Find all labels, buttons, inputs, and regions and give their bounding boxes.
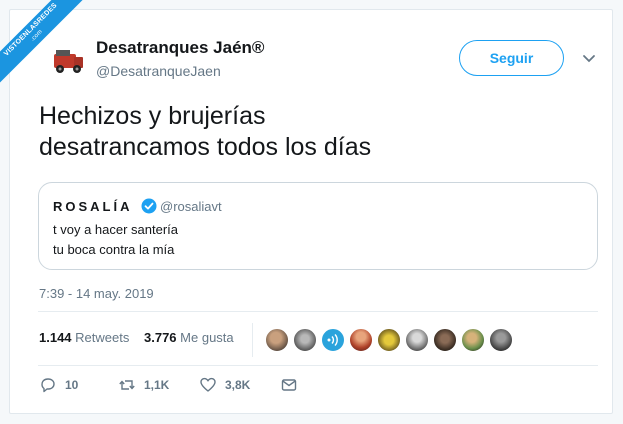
quoted-text-line: t voy a hacer santería (53, 222, 179, 237)
dm-button[interactable] (280, 376, 298, 394)
verified-icon (141, 198, 157, 214)
retweet-button[interactable]: 1,1K (118, 376, 169, 394)
quoted-text-line: tu boca contra la mía (53, 242, 175, 257)
tweet-text: Hechizos y brujerías desatrancamos todos… (39, 101, 599, 163)
retweets-stat[interactable]: 1.144 Retweets (39, 330, 129, 345)
liker-avatar[interactable] (433, 328, 457, 352)
liker-avatar[interactable] (265, 328, 289, 352)
retweet-icon (119, 380, 135, 390)
divider (38, 311, 598, 312)
follow-button[interactable]: Seguir (459, 40, 564, 76)
like-count: 3,8K (225, 378, 251, 392)
liker-avatar[interactable] (405, 328, 429, 352)
liker-avatar[interactable] (349, 328, 373, 352)
quoted-author-name: ROSALÍA (53, 199, 133, 214)
stats-separator (252, 323, 253, 357)
tweet-text-line: Hechizos y brujerías (39, 102, 266, 130)
tweet-timestamp[interactable]: 7:39 - 14 may. 2019 (39, 286, 154, 301)
retweets-label: Retweets (75, 330, 130, 345)
reply-icon (41, 378, 55, 393)
author-handle[interactable]: @DesatranqueJaen (96, 63, 221, 79)
dm-icon (281, 379, 297, 391)
reply-count: 10 (65, 378, 79, 392)
retweet-count: 1,1K (144, 378, 170, 392)
likes-count: 3.776 (144, 330, 177, 345)
like-icon (200, 377, 216, 392)
retweets-count: 1.144 (39, 330, 72, 345)
author-display-name[interactable]: Desatranques Jaén® (96, 38, 264, 58)
liker-avatar[interactable] (293, 328, 317, 352)
divider (38, 365, 598, 366)
liker-avatar[interactable] (489, 328, 513, 352)
quoted-tweet[interactable]: ROSALÍA @rosaliavt t voy a hacer santerí… (38, 182, 598, 270)
likes-stat[interactable]: 3.776 Me gusta (144, 330, 234, 345)
liker-avatar[interactable] (461, 328, 485, 352)
sound-waves-icon (327, 334, 338, 346)
tweet-actions: 10 1,1K 3,8K (10, 376, 612, 396)
likers-avatars (265, 328, 513, 352)
author-avatar[interactable] (48, 40, 88, 80)
likes-label: Me gusta (180, 330, 234, 345)
liker-avatar[interactable] (321, 328, 345, 352)
chevron-down-icon[interactable] (582, 54, 596, 64)
tweet-card: Desatranques Jaén® @DesatranqueJaen Segu… (9, 9, 613, 414)
like-button[interactable]: 3,8K (199, 376, 250, 394)
reply-button[interactable]: 10 (39, 376, 78, 394)
quoted-author-handle: @rosaliavt (160, 199, 222, 214)
tweet-text-line: desatrancamos todos los días (39, 133, 372, 161)
liker-avatar[interactable] (377, 328, 401, 352)
